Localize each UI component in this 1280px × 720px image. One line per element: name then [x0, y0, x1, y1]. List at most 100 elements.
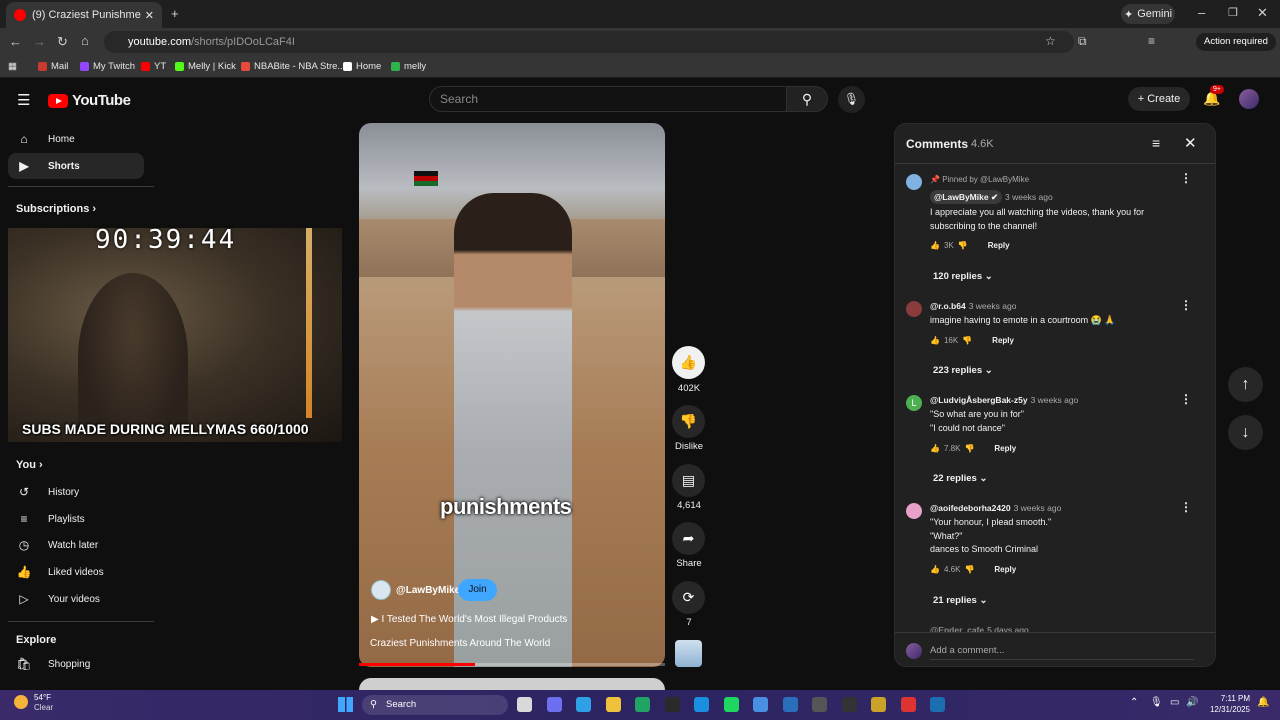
- like-comment-icon[interactable]: 👍: [930, 444, 940, 453]
- view-replies-button[interactable]: 21 replies ⌄: [933, 595, 987, 606]
- comment-avatar[interactable]: [906, 174, 922, 190]
- remix-button[interactable]: ⟳: [672, 581, 705, 614]
- mic-tray-icon[interactable]: 🎙: [1150, 697, 1163, 708]
- next-short-button[interactable]: ↓: [1228, 415, 1263, 450]
- close-tab-icon[interactable]: ✕: [145, 9, 154, 22]
- comments-button[interactable]: ▤: [672, 464, 705, 497]
- like-comment-icon[interactable]: 👍: [930, 241, 940, 250]
- back-icon[interactable]: ←: [9, 34, 22, 49]
- browser-tab[interactable]: (9) Craziest Punishments Ar ✕: [6, 2, 162, 28]
- voice-search-button[interactable]: 🎙: [838, 86, 865, 113]
- taskbar-app-icon[interactable]: [635, 697, 650, 712]
- taskbar-app-icon[interactable]: [753, 697, 768, 712]
- comment-author[interactable]: @aoifedeborha2420: [930, 503, 1011, 513]
- view-replies-button[interactable]: 22 replies ⌄: [933, 473, 987, 484]
- maximize-icon[interactable]: ❐: [1228, 6, 1238, 19]
- sidebar-item-shopping[interactable]: 🛍 Shopping: [8, 651, 144, 677]
- bookmark-nbabite[interactable]: NBABite - NBA Stre...: [241, 61, 345, 72]
- extensions-icon[interactable]: ⧉: [1078, 34, 1087, 49]
- subscriptions-heading[interactable]: Subscriptions ›: [16, 203, 96, 215]
- channel-avatar[interactable]: [371, 580, 391, 600]
- apps-grid-icon[interactable]: ▦: [8, 61, 17, 72]
- like-comment-icon[interactable]: 👍: [930, 336, 940, 345]
- new-tab-button[interactable]: +: [171, 6, 179, 21]
- more-options-icon[interactable]: ⋮: [1180, 392, 1192, 406]
- chevron-up-icon[interactable]: ⌃: [1130, 697, 1138, 708]
- dislike-comment-icon[interactable]: 👎: [964, 565, 974, 574]
- dislike-comment-icon[interactable]: 👎: [958, 241, 968, 250]
- notifications-button[interactable]: 🔔 9+: [1203, 85, 1224, 107]
- taskbar-app-icon[interactable]: [900, 697, 916, 712]
- taskbar-app-icon[interactable]: [930, 697, 945, 712]
- share-button[interactable]: ➦: [672, 522, 705, 555]
- next-short-preview[interactable]: [359, 678, 665, 690]
- forward-icon[interactable]: →: [33, 34, 46, 49]
- network-icon[interactable]: ▭: [1170, 697, 1179, 708]
- taskbar-app-icon[interactable]: [576, 697, 591, 712]
- comment-author[interactable]: @LudvigÅsbergBak-z5y: [930, 395, 1028, 405]
- bookmark-kick[interactable]: Melly | Kick: [175, 61, 236, 72]
- search-input[interactable]: Search: [429, 86, 787, 112]
- like-button[interactable]: 👍: [672, 346, 705, 379]
- bookmark-home[interactable]: Home: [343, 61, 381, 72]
- sidebar-item-shorts[interactable]: ▶ Shorts: [8, 153, 144, 179]
- taskbar-app-icon[interactable]: [664, 697, 680, 712]
- search-button[interactable]: ⚲: [786, 86, 828, 112]
- media-icon[interactable]: ≡: [1148, 34, 1155, 48]
- more-options-icon[interactable]: ⋮: [1180, 500, 1192, 514]
- taskbar-app-icon[interactable]: [694, 697, 709, 712]
- video-progress-bar[interactable]: [359, 663, 665, 666]
- sidebar-item-home[interactable]: ⌂ Home: [8, 126, 144, 152]
- taskbar-app-icon[interactable]: [723, 697, 739, 712]
- dislike-comment-icon[interactable]: 👎: [962, 336, 972, 345]
- reply-button[interactable]: Reply: [988, 241, 1010, 250]
- add-comment-input[interactable]: Add a comment...: [930, 645, 1194, 660]
- reply-button[interactable]: Reply: [994, 444, 1016, 453]
- you-heading[interactable]: You ›: [16, 459, 43, 471]
- bookmark-mail[interactable]: Mail: [38, 61, 68, 72]
- reload-icon[interactable]: ↻: [57, 34, 68, 50]
- taskbar-clock[interactable]: 7:11 PM 12/31/2025: [1200, 693, 1250, 715]
- home-browser-icon[interactable]: ⌂: [81, 33, 89, 48]
- url-field[interactable]: youtube.com/shorts/pIDOoLCaF4I: [104, 31, 1074, 53]
- sort-icon[interactable]: ≡: [1152, 135, 1160, 151]
- windows-start-icon[interactable]: [338, 697, 353, 712]
- account-avatar[interactable]: [1239, 89, 1259, 109]
- related-video-link[interactable]: ▶ I Tested The World's Most Illegal Prod…: [371, 614, 567, 625]
- bookmark-melly[interactable]: melly: [391, 61, 426, 72]
- sidebar-item-liked-videos[interactable]: 👍 Liked videos: [8, 559, 144, 585]
- sidebar-item-playlists[interactable]: ≡ Playlists: [8, 506, 144, 532]
- taskbar-app-icon[interactable]: [871, 697, 886, 712]
- dislike-comment-icon[interactable]: 👎: [964, 444, 974, 453]
- sidebar-item-history[interactable]: ↺ History: [8, 479, 144, 505]
- previous-short-button[interactable]: ↑: [1228, 367, 1263, 402]
- youtube-logo[interactable]: YouTube: [48, 92, 131, 109]
- gemini-button[interactable]: ✦ Gemini: [1121, 4, 1175, 24]
- comment-avatar[interactable]: [906, 503, 922, 519]
- channel-name[interactable]: @LawByMike: [396, 585, 460, 596]
- volume-icon[interactable]: 🔊: [1186, 697, 1198, 708]
- close-comments-icon[interactable]: ✕: [1184, 134, 1197, 152]
- like-comment-icon[interactable]: 👍: [930, 565, 940, 574]
- bookmark-yt[interactable]: YT: [141, 61, 166, 72]
- menu-icon[interactable]: ☰: [17, 91, 30, 109]
- comment-author[interactable]: @r.o.b64: [930, 301, 966, 311]
- reply-button[interactable]: Reply: [992, 336, 1014, 345]
- dislike-button[interactable]: 👎: [672, 405, 705, 438]
- minimize-icon[interactable]: –: [1198, 5, 1205, 20]
- comment-author-chip[interactable]: @LawByMike ✔: [930, 190, 1003, 204]
- taskbar-app-icon[interactable]: [605, 697, 621, 712]
- view-replies-button[interactable]: 223 replies ⌄: [933, 365, 993, 376]
- notification-tray-icon[interactable]: 🔔: [1257, 697, 1269, 708]
- sound-channel-avatar[interactable]: [675, 640, 702, 667]
- view-replies-button[interactable]: 120 replies ⌄: [933, 271, 993, 282]
- join-button[interactable]: Join: [458, 579, 497, 601]
- bookmark-twitch[interactable]: My Twitch: [80, 61, 135, 72]
- more-options-icon[interactable]: ⋮: [1180, 298, 1192, 312]
- create-button[interactable]: + Create: [1128, 87, 1190, 111]
- taskbar-app-icon[interactable]: [546, 697, 562, 712]
- taskbar-app-icon[interactable]: [812, 697, 827, 712]
- reply-button[interactable]: Reply: [994, 565, 1016, 574]
- action-required-button[interactable]: Action required: [1196, 33, 1276, 51]
- comment-avatar[interactable]: L: [906, 395, 922, 411]
